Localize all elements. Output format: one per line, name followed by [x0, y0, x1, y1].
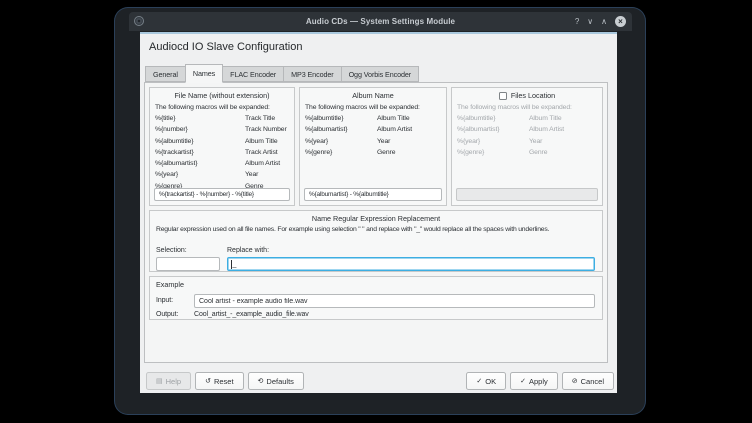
- chevron-up-icon: ∧: [601, 17, 607, 26]
- files-location-checkbox[interactable]: [499, 92, 507, 100]
- tab-names[interactable]: Names: [185, 64, 223, 83]
- macro-token: %{albumtitle}: [155, 136, 245, 147]
- cancel-icon: ⊘: [572, 377, 578, 385]
- question-icon: ?: [575, 17, 579, 26]
- files-location-pattern-input: [456, 188, 598, 201]
- macros-intro: The following macros will be expanded:: [155, 104, 294, 111]
- album-name-group: Album Name The following macros will be …: [299, 87, 447, 206]
- maximize-button[interactable]: ∧: [601, 18, 607, 26]
- album-name-pattern-input[interactable]: [304, 188, 442, 201]
- macro-desc: Album Artist: [529, 124, 602, 135]
- example-input-field[interactable]: [194, 294, 595, 308]
- cancel-button[interactable]: ⊘ Cancel: [562, 372, 614, 390]
- close-button[interactable]: ×: [615, 16, 626, 27]
- example-output-label: Output:: [156, 311, 178, 318]
- reset-button[interactable]: ↺ Reset: [195, 372, 243, 390]
- apply-button[interactable]: ✓ Apply: [510, 372, 558, 390]
- file-name-group: File Name (without extension) The follow…: [149, 87, 295, 206]
- file-name-pattern-input[interactable]: [154, 188, 290, 201]
- macro-token: %{number}: [155, 124, 245, 135]
- macro-desc: Genre: [529, 147, 602, 158]
- dialog-button-row: ▤ Help ↺ Reset ⟲ Defaults ✓ OK ✓: [146, 372, 614, 390]
- regex-group-title: Name Regular Expression Replacement: [150, 211, 602, 223]
- example-group-title: Example: [156, 280, 184, 289]
- macro-desc: Genre: [377, 147, 446, 158]
- ok-button[interactable]: ✓ OK: [466, 372, 506, 390]
- regex-description: Regular expression used on all file name…: [156, 226, 549, 233]
- macro-desc: Album Artist: [377, 124, 446, 135]
- help-icon: ▤: [156, 377, 163, 385]
- macros-intro: The following macros will be expanded:: [305, 104, 446, 111]
- macro-token: %{albumtitle}: [305, 113, 377, 124]
- window-frame: Audio CDs — System Settings Module ? ∨ ∧…: [115, 8, 645, 414]
- check-icon: ✓: [520, 377, 526, 385]
- selection-input[interactable]: [156, 257, 220, 271]
- macro-desc: Album Artist: [245, 158, 294, 169]
- replace-with-label: Replace with:: [227, 247, 269, 254]
- minimize-button[interactable]: ∨: [587, 18, 593, 26]
- macro-list: %{albumtitle}Album Title %{albumartist}A…: [457, 113, 602, 158]
- tab-flac-encoder[interactable]: FLAC Encoder: [222, 66, 284, 82]
- macro-desc: Track Artist: [245, 147, 294, 158]
- defaults-button[interactable]: ⟲ Defaults: [248, 372, 304, 390]
- apply-button-label: Apply: [529, 377, 548, 386]
- macro-list: %{albumtitle}Album Title %{albumartist}A…: [305, 113, 446, 158]
- help-button-label: Help: [166, 377, 181, 386]
- macros-intro: The following macros will be expanded:: [457, 104, 602, 111]
- help-button[interactable]: ▤ Help: [146, 372, 191, 390]
- example-output-value: Cool_artist_-_example_audio_file.wav: [194, 311, 309, 318]
- macro-desc: Year: [529, 136, 602, 147]
- macro-desc: Track Number: [245, 124, 294, 135]
- files-location-label: Files Location: [511, 91, 555, 100]
- macro-desc: Year: [245, 169, 294, 180]
- macro-token: %{albumartist}: [155, 158, 245, 169]
- macro-token: %{albumartist}: [305, 124, 377, 135]
- example-input-label: Input:: [156, 297, 173, 304]
- regex-replacement-group: Name Regular Expression Replacement Regu…: [149, 210, 603, 272]
- tab-general[interactable]: General: [145, 66, 186, 82]
- ok-button-label: OK: [485, 377, 496, 386]
- chevron-down-icon: ∨: [587, 17, 593, 26]
- tab-mp3-encoder[interactable]: MP3 Encoder: [283, 66, 341, 82]
- macro-desc: Track Title: [245, 113, 294, 124]
- macro-token: %{albumtitle}: [457, 113, 529, 124]
- macro-token: %{trackartist}: [155, 147, 245, 158]
- example-group: Example Input: Output: Cool_artist_-_exa…: [149, 276, 603, 320]
- files-location-group: Files Location The following macros will…: [451, 87, 603, 206]
- window-title: Audio CDs — System Settings Module: [129, 17, 632, 26]
- replace-with-input[interactable]: _: [227, 257, 595, 271]
- titlebar[interactable]: Audio CDs — System Settings Module ? ∨ ∧…: [129, 12, 632, 31]
- reset-button-label: Reset: [214, 377, 234, 386]
- macro-list: %{title}Track Title %{number}Track Numbe…: [155, 113, 294, 192]
- macro-token: %{year}: [457, 136, 529, 147]
- macro-desc: Album Title: [529, 113, 602, 124]
- files-location-checkbox-row[interactable]: Files Location: [452, 88, 602, 100]
- macro-token: %{title}: [155, 113, 245, 124]
- page-title: Audiocd IO Slave Configuration: [149, 41, 302, 53]
- names-tab-panel: File Name (without extension) The follow…: [144, 82, 608, 363]
- album-name-group-title: Album Name: [300, 88, 446, 100]
- check-icon: ✓: [476, 377, 482, 385]
- macro-token: %{year}: [155, 169, 245, 180]
- selection-label: Selection:: [156, 247, 187, 254]
- tab-ogg-vorbis-encoder[interactable]: Ogg Vorbis Encoder: [341, 66, 420, 82]
- file-name-group-title: File Name (without extension): [150, 88, 294, 100]
- defaults-button-label: Defaults: [266, 377, 294, 386]
- revert-icon: ⟲: [258, 377, 264, 385]
- macro-token: %{genre}: [305, 147, 377, 158]
- macro-desc: Album Title: [377, 113, 446, 124]
- replace-with-value: _: [233, 261, 237, 268]
- macro-token: %{year}: [305, 136, 377, 147]
- macro-desc: Year: [377, 136, 446, 147]
- settings-module-content: Audiocd IO Slave Configuration General N…: [140, 32, 617, 393]
- macro-token: %{genre}: [457, 147, 529, 158]
- macro-desc: Album Title: [245, 136, 294, 147]
- help-window-button[interactable]: ?: [575, 18, 579, 26]
- tab-bar: General Names FLAC Encoder MP3 Encoder O…: [145, 63, 418, 82]
- close-icon: ×: [618, 18, 623, 26]
- undo-icon: ↺: [205, 377, 211, 385]
- cancel-button-label: Cancel: [581, 377, 604, 386]
- macro-token: %{albumartist}: [457, 124, 529, 135]
